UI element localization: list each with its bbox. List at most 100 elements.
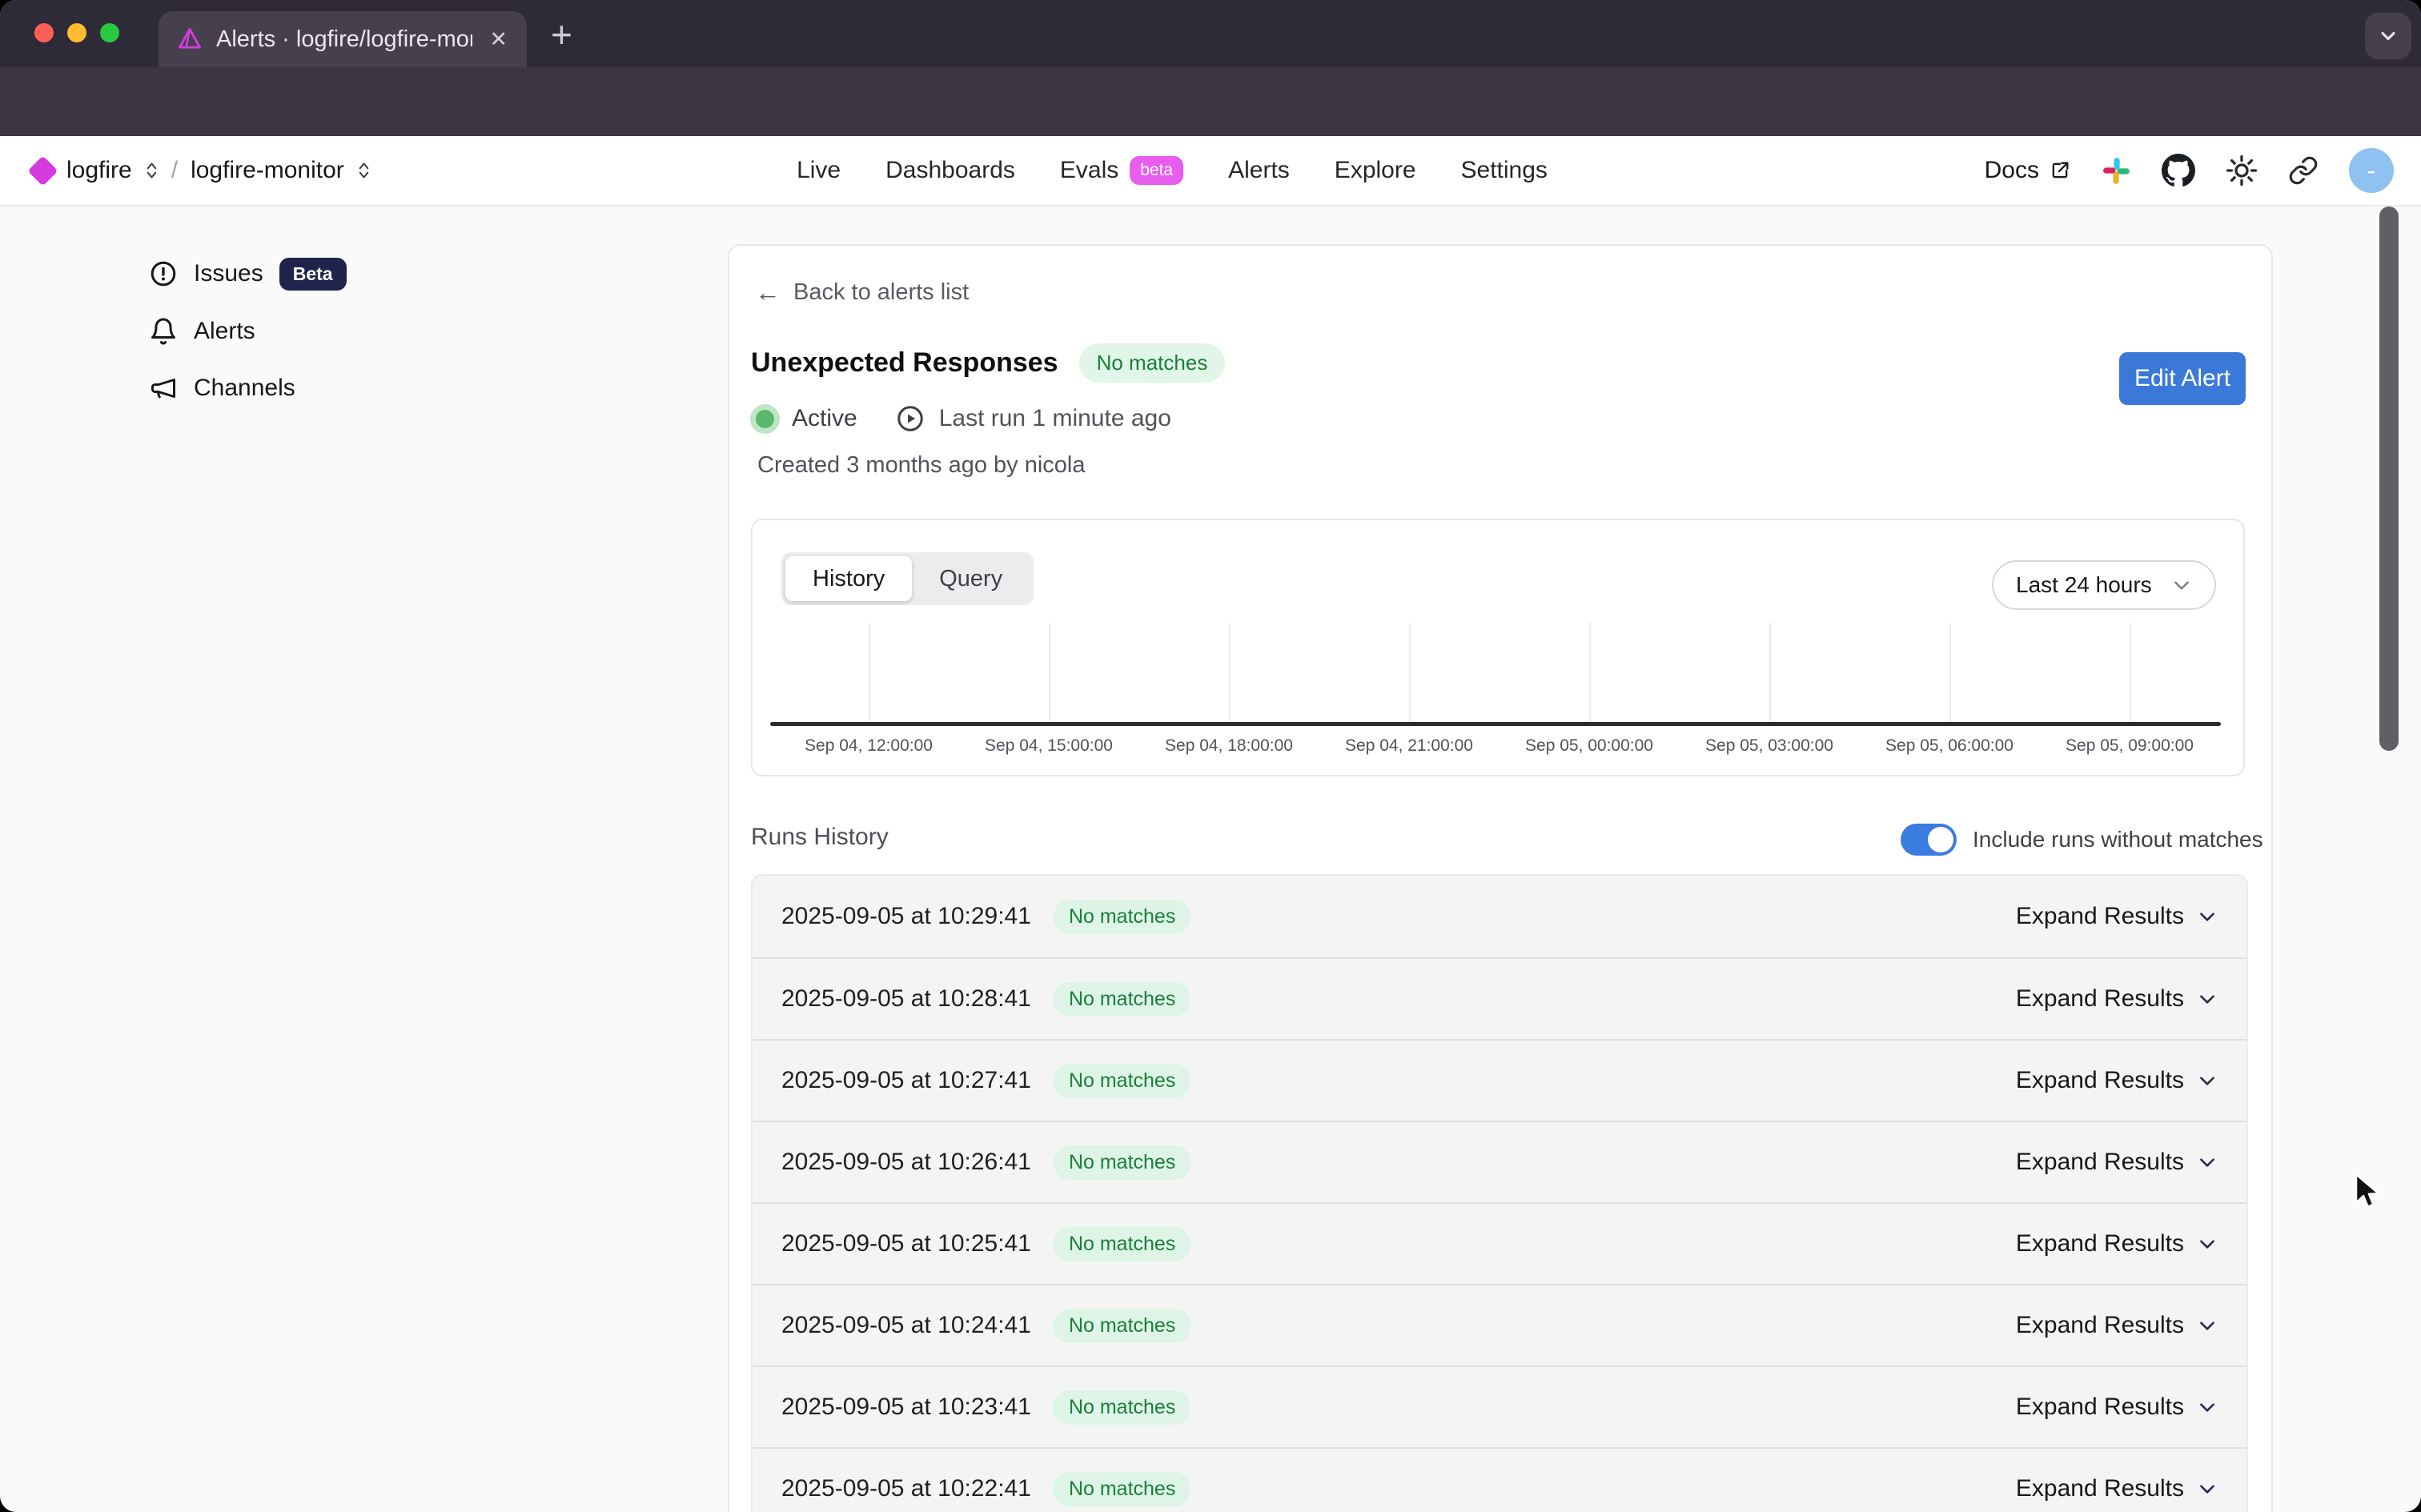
last-run-label: Last run 1 minute ago — [939, 405, 1171, 432]
expand-results-button[interactable]: Expand Results — [2016, 1394, 2218, 1421]
x-tick-label: Sep 04, 21:00:00 — [1345, 736, 1473, 756]
chart-gridline — [1409, 623, 1411, 724]
chevron-down-icon — [2197, 906, 2218, 927]
back-arrow-icon: ← — [755, 278, 781, 307]
time-range-select[interactable]: Last 24 hours — [1992, 560, 2216, 610]
history-panel: History Query Last 24 hours Sep 04, 12:0… — [751, 519, 2245, 776]
browser-toolbar: ← → ↻ logfire-us.pydantic.dev/logfire/lo… — [0, 67, 2421, 136]
tab-history[interactable]: History — [785, 556, 912, 601]
docs-link[interactable]: Docs — [1985, 157, 2071, 184]
sidebar-item-alerts[interactable]: Alerts — [149, 312, 255, 351]
tab-title: Alerts · logfire/logfire-monitor — [216, 26, 472, 53]
run-result-badge: No matches — [1054, 1227, 1190, 1261]
close-window-button[interactable] — [34, 23, 54, 42]
megaphone-icon — [149, 374, 178, 403]
nav-dashboards[interactable]: Dashboards — [885, 157, 1015, 184]
expand-results-button[interactable]: Expand Results — [2016, 1312, 2218, 1339]
project-selector[interactable]: logfire-monitor — [191, 157, 344, 184]
sidebar-issues-label: Issues — [194, 260, 263, 287]
chevron-down-icon — [2171, 575, 2192, 596]
run-timestamp: 2025-09-05 at 10:25:41 — [781, 1230, 1031, 1257]
runs-list: 2025-09-05 at 10:29:41 No matches Expand… — [751, 874, 2248, 1512]
run-result-badge: No matches — [1054, 1472, 1190, 1506]
run-result-badge: No matches — [1054, 982, 1190, 1017]
runs-history-heading: Runs History — [751, 824, 889, 851]
chart-gridline — [1589, 623, 1591, 724]
theme-sun-icon[interactable] — [2226, 154, 2258, 186]
nav-alerts[interactable]: Alerts — [1228, 157, 1290, 184]
chevron-down-icon — [2197, 989, 2218, 1009]
selector-chevrons-icon[interactable] — [145, 160, 159, 181]
x-tick-label: Sep 04, 15:00:00 — [985, 736, 1113, 756]
org-selector[interactable]: logfire — [66, 157, 132, 184]
sidebar-alerts-label: Alerts — [194, 318, 255, 345]
breadcrumb-divider: / — [171, 157, 178, 184]
expand-results-button[interactable]: Expand Results — [2016, 903, 2218, 930]
chart-gridline — [1229, 623, 1231, 724]
main-nav: Live Dashboards Evals beta Alerts Explor… — [797, 136, 1548, 205]
run-result-badge: No matches — [1054, 1145, 1190, 1180]
active-label: Active — [792, 405, 857, 432]
browser-window: Alerts · logfire/logfire-monitor ✕ + ← →… — [0, 0, 2421, 1512]
alert-detail-card: ← Back to alerts list Unexpected Respons… — [728, 244, 2273, 1512]
expand-results-label: Expand Results — [2016, 985, 2184, 1013]
run-result-badge: No matches — [1054, 1064, 1190, 1098]
time-range-value: Last 24 hours — [2016, 572, 2152, 598]
run-timestamp: 2025-09-05 at 10:27:41 — [781, 1067, 1031, 1094]
include-runs-toggle[interactable] — [1901, 824, 1957, 856]
expand-results-label: Expand Results — [2016, 1067, 2184, 1094]
nav-explore[interactable]: Explore — [1335, 157, 1416, 184]
fullscreen-window-button[interactable] — [100, 23, 119, 42]
run-timestamp: 2025-09-05 at 10:26:41 — [781, 1149, 1031, 1176]
run-timestamp: 2025-09-05 at 10:22:41 — [781, 1475, 1031, 1502]
expand-results-button[interactable]: Expand Results — [2016, 985, 2218, 1013]
github-icon[interactable] — [2162, 154, 2195, 187]
chart-x-axis — [770, 722, 2221, 726]
back-link-label: Back to alerts list — [793, 279, 969, 306]
play-circle-icon — [896, 404, 925, 433]
chevron-down-icon — [2197, 1070, 2218, 1091]
expand-results-button[interactable]: Expand Results — [2016, 1230, 2218, 1257]
sidebar-channels-label: Channels — [194, 375, 295, 402]
edit-alert-button[interactable]: Edit Alert — [2119, 352, 2246, 405]
nav-settings[interactable]: Settings — [1461, 157, 1548, 184]
chart-gridline — [869, 623, 870, 724]
chevron-down-icon — [2377, 25, 2399, 47]
run-row: 2025-09-05 at 10:24:41 No matches Expand… — [753, 1284, 2246, 1366]
nav-evals[interactable]: Evals beta — [1060, 156, 1183, 185]
run-result-badge: No matches — [1054, 1390, 1190, 1425]
back-to-alerts-link[interactable]: ← Back to alerts list — [755, 278, 969, 307]
nav-live[interactable]: Live — [797, 157, 841, 184]
issue-seal-icon — [149, 259, 178, 288]
chevron-down-icon — [2197, 1397, 2218, 1418]
minimize-window-button[interactable] — [67, 23, 86, 42]
history-query-tabs: History Query — [781, 552, 1034, 605]
page-scrollbar[interactable] — [2379, 207, 2399, 751]
header-actions: Docs - — [1985, 136, 2394, 205]
external-link-icon — [2049, 159, 2071, 182]
new-tab-button[interactable]: + — [551, 13, 572, 56]
browser-tab[interactable]: Alerts · logfire/logfire-monitor ✕ — [159, 11, 527, 67]
chart-gridline — [1769, 623, 1771, 724]
expand-results-button[interactable]: Expand Results — [2016, 1149, 2218, 1176]
user-avatar[interactable]: - — [2349, 148, 2394, 193]
tab-query[interactable]: Query — [912, 556, 1030, 601]
run-timestamp: 2025-09-05 at 10:24:41 — [781, 1312, 1031, 1339]
sidebar-item-channels[interactable]: Channels — [149, 369, 295, 407]
selector-chevrons-icon[interactable] — [357, 160, 371, 181]
share-link-icon[interactable] — [2288, 155, 2319, 186]
run-row: 2025-09-05 at 10:29:41 No matches Expand… — [753, 876, 2246, 957]
expand-results-label: Expand Results — [2016, 903, 2184, 930]
tab-close-icon[interactable]: ✕ — [489, 27, 508, 52]
expand-results-button[interactable]: Expand Results — [2016, 1067, 2218, 1094]
logfire-logo-icon — [27, 155, 58, 186]
bell-icon — [149, 317, 178, 346]
slack-icon[interactable] — [2102, 156, 2131, 186]
run-row: 2025-09-05 at 10:28:41 No matches Expand… — [753, 957, 2246, 1039]
expand-results-button[interactable]: Expand Results — [2016, 1475, 2218, 1502]
run-row: 2025-09-05 at 10:25:41 No matches Expand… — [753, 1202, 2246, 1284]
alert-status-row: Active Last run 1 minute ago — [756, 404, 1171, 433]
sidebar-item-issues[interactable]: Issues Beta — [149, 255, 347, 293]
alert-title-row: Unexpected Responses No matches — [751, 343, 1225, 383]
tab-search-button[interactable] — [2365, 13, 2411, 59]
